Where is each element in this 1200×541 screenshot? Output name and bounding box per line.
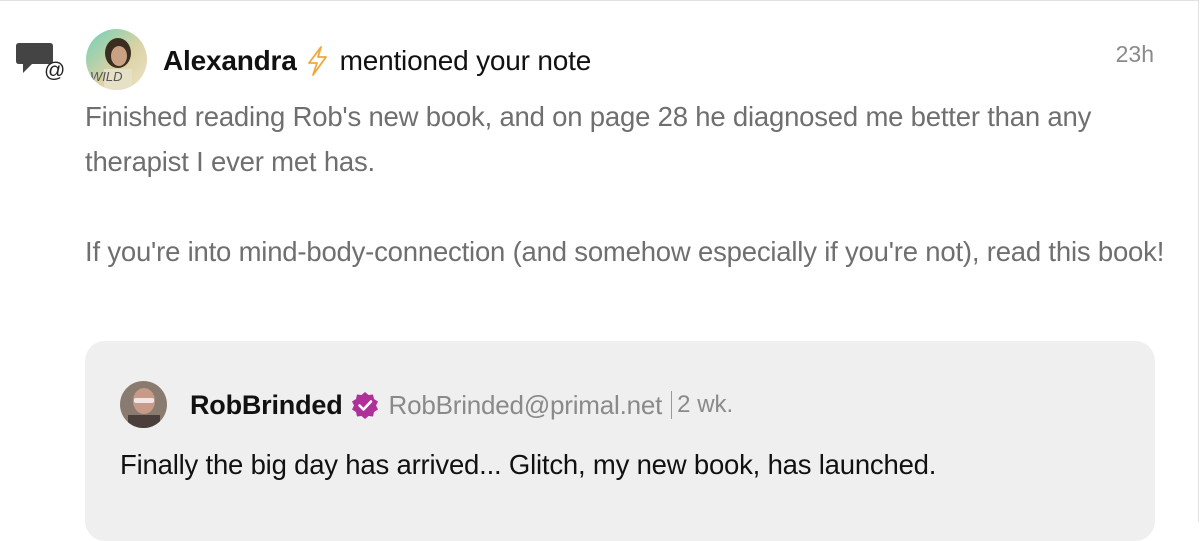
note-body[interactable]: Finished reading Rob's new book, and on … — [85, 94, 1165, 274]
mention-notification-icon: @ — [16, 41, 70, 82]
svg-text:WILD: WILD — [90, 69, 123, 84]
quoted-author-avatar[interactable] — [120, 381, 167, 428]
svg-text:@: @ — [44, 59, 65, 81]
quoted-note[interactable]: RobBrinded RobBrinded@primal.net 2 wk. F… — [85, 341, 1155, 541]
notification-timestamp: 23h — [1115, 41, 1154, 67]
quoted-note-timestamp: 2 wk. — [677, 391, 734, 418]
quoted-author-name[interactable]: RobBrinded — [190, 390, 343, 421]
lightning-bolt-icon — [306, 46, 328, 76]
author-avatar[interactable]: WILD — [86, 29, 147, 90]
author-name[interactable]: Alexandra — [163, 45, 297, 77]
note-paragraph: If you're into mind-body-connection (and… — [85, 236, 1165, 267]
notification-card[interactable]: @ WILD Alexandra mentioned your note 23h… — [0, 0, 1199, 541]
note-paragraph: Finished reading Rob's new book, and on … — [85, 101, 1092, 177]
quoted-note-header: RobBrinded RobBrinded@primal.net 2 wk. — [190, 383, 733, 427]
notification-action-text: mentioned your note — [339, 45, 592, 76]
notification-header: Alexandra mentioned your note — [163, 41, 591, 81]
quoted-author-handle[interactable]: RobBrinded@primal.net — [389, 390, 663, 421]
verified-badge-icon — [351, 391, 379, 419]
header-separator — [671, 391, 673, 419]
quoted-note-text: Finally the big day has arrived... Glitc… — [120, 449, 937, 480]
